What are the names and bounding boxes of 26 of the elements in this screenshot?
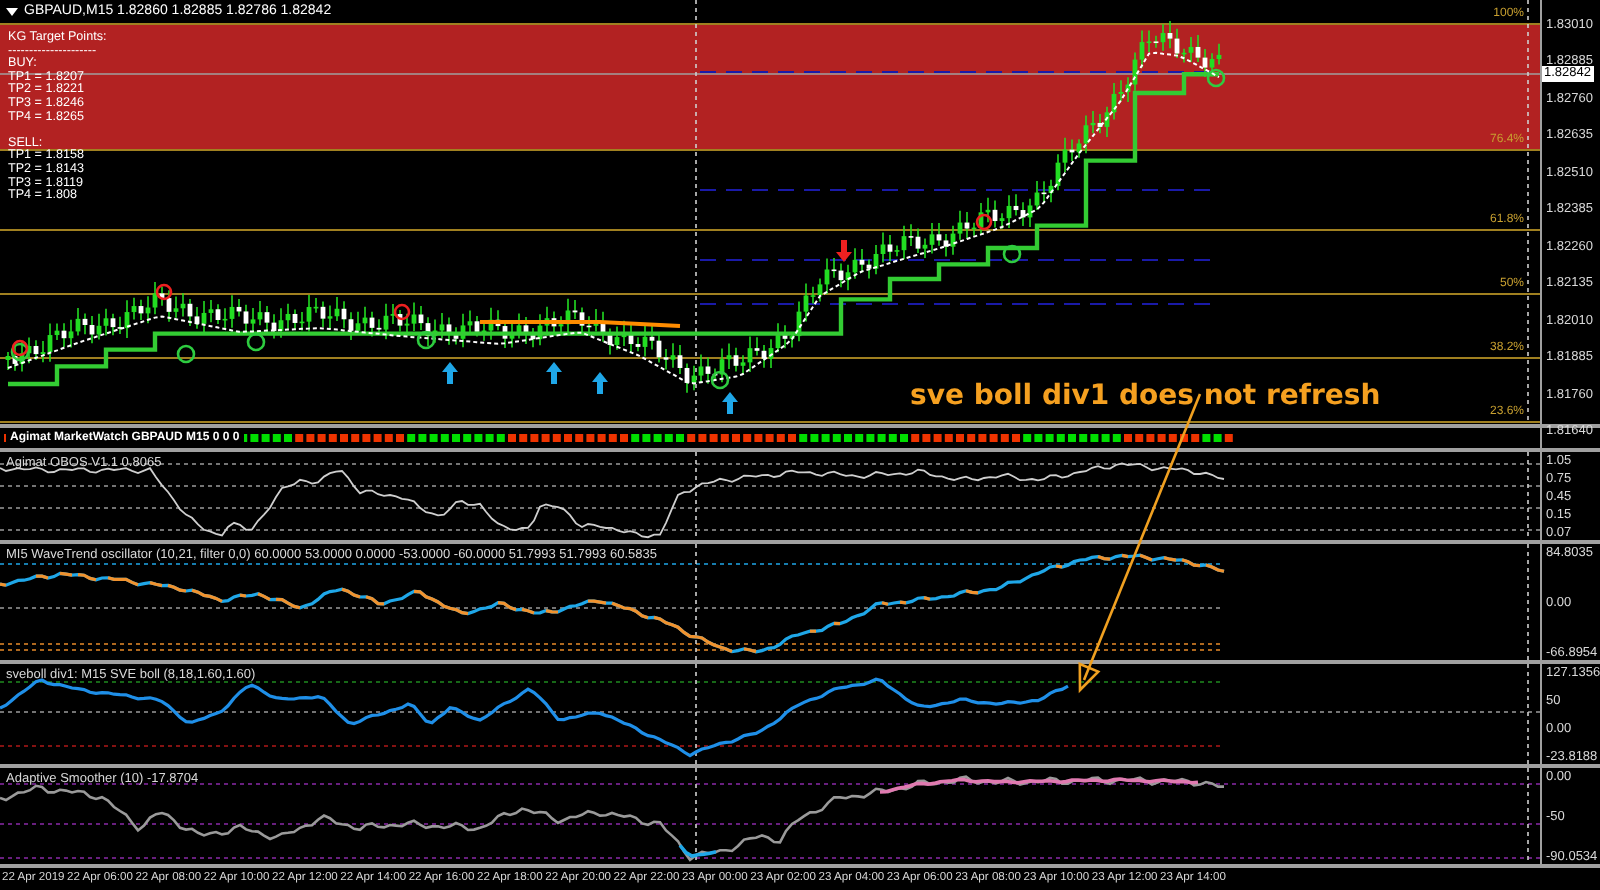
down-arrow-marker [836,240,852,262]
circle-marker [11,339,29,357]
circle-marker [155,283,173,301]
period-separator-line [1527,664,1529,764]
up-arrow-marker [592,372,608,394]
up-arrow-marker [546,362,562,384]
period-separator-line [1527,452,1529,540]
period-separator-line [1527,768,1529,864]
period-separator-line [695,452,697,540]
circle-marker [246,332,266,352]
dropdown-triangle-icon [6,7,18,15]
annotation-text: sve boll div1 does not refresh [910,380,1381,414]
circle-marker [176,344,196,364]
circle-marker [975,213,993,231]
circle-marker [10,342,30,362]
circle-marker [710,370,730,390]
circle-marker [1206,68,1226,88]
period-separator-line [1527,544,1529,660]
circle-marker [393,303,411,321]
period-separator-line [695,544,697,660]
period-separator-line [695,768,697,864]
circle-marker [416,330,436,350]
circle-marker [1002,244,1022,264]
up-arrow-marker [722,392,738,414]
up-arrow-marker [442,362,458,384]
period-separator-line [695,664,697,764]
